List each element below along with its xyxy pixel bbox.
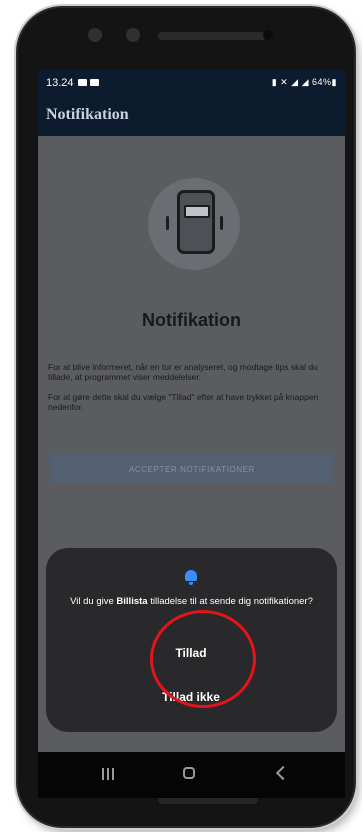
navigation-bar	[38, 752, 345, 798]
home-icon[interactable]	[183, 767, 195, 779]
vibration-icon	[220, 216, 223, 230]
instruction-paragraph: For at gøre dette skal du vælge "Tillad"…	[48, 392, 319, 412]
dialog-message-pre: Vil du give	[70, 596, 117, 607]
bell-icon	[184, 570, 198, 585]
dialog-message: Vil du give Billista tilladelse til at s…	[64, 596, 319, 608]
phone-icon	[177, 190, 215, 254]
phone-notification-illustration	[148, 178, 240, 270]
recents-icon[interactable]	[102, 768, 114, 780]
info-paragraph: For at blive informeret, når en tur er a…	[48, 362, 318, 382]
notification-banner-icon	[184, 205, 210, 218]
status-bar: 13.24 ▮ ✕ ◢ ◢ 64%▮	[38, 70, 345, 96]
front-camera	[263, 30, 273, 40]
app-bar: Notifikation	[38, 96, 345, 136]
app-bar-title: Notifikation	[46, 106, 129, 123]
video-notification-icon	[90, 79, 99, 86]
dialog-message-post: tilladelse til at sende dig notifikation…	[147, 596, 313, 607]
highlight-circle	[150, 610, 256, 708]
dialog-app-name: Billista	[116, 596, 148, 607]
front-sensor	[88, 28, 102, 42]
status-indicators: ▮ ✕ ◢ ◢ 64%▮	[271, 77, 337, 87]
gallery-notification-icon	[78, 79, 87, 86]
earpiece-speaker	[158, 32, 266, 40]
accept-notifications-button[interactable]: ACCEPTER NOTIFIKATIONER	[50, 454, 334, 484]
page-title: Notifikation	[142, 310, 241, 330]
vibration-icon	[166, 216, 169, 230]
status-time: 13.24	[46, 77, 74, 89]
phone-screen: 13.24 ▮ ✕ ◢ ◢ 64%▮ Notifikation Notifika…	[38, 70, 345, 798]
back-icon[interactable]	[275, 765, 291, 781]
front-sensor	[126, 28, 140, 42]
